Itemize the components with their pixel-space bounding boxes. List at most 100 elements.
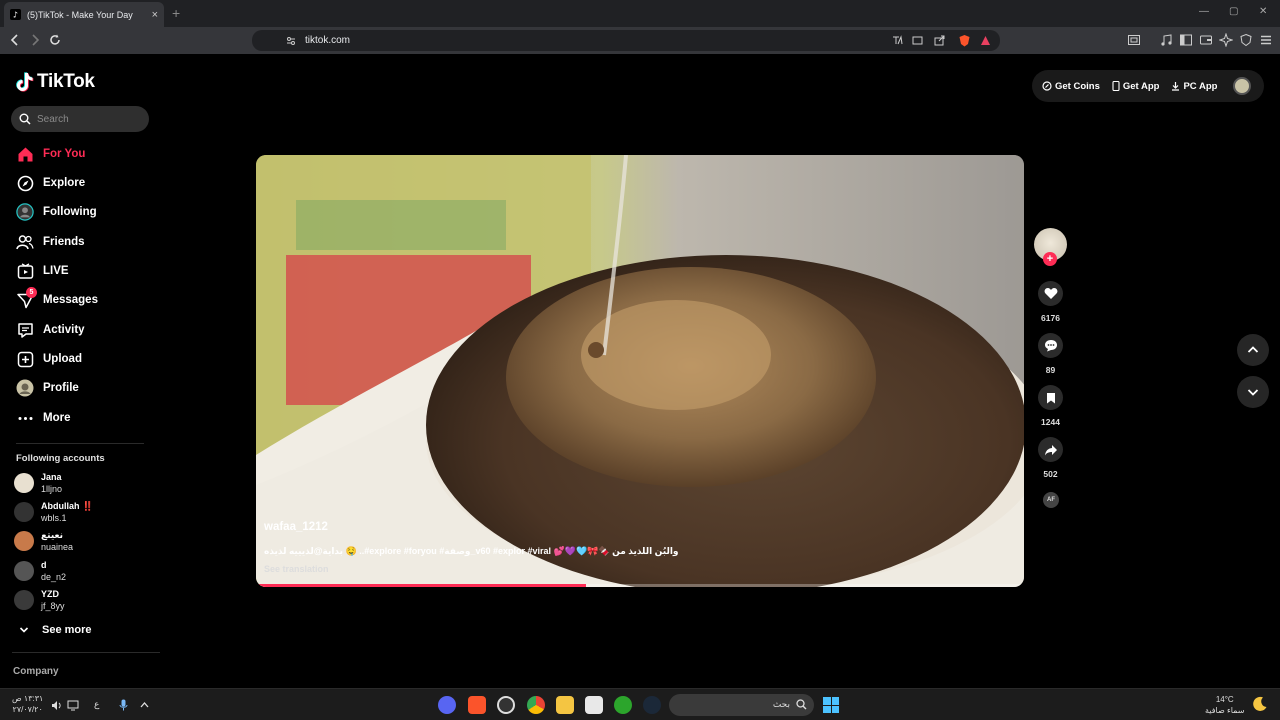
avatar [14,531,34,551]
nav-live[interactable]: LIVE [16,260,69,282]
get-coins-button[interactable]: Get Coins [1042,81,1100,92]
phone-icon [1112,81,1120,91]
browser-tab-strip: ♪ (5)TikTok - Make Your Day × + — ▢ ✕ [0,0,1280,27]
nav-upload[interactable]: Upload [16,348,82,370]
user-avatar[interactable] [1233,77,1252,95]
sidebar-toggle-icon[interactable] [1179,33,1193,47]
account-item[interactable]: نعيتع nuainea [14,528,73,554]
save-button[interactable] [1038,385,1063,410]
tab-close-button[interactable]: × [152,9,158,21]
video-player[interactable]: wafaa_1212 بداية@لذيييه لذيذه 🤤 ..#explo… [256,155,1024,587]
nav-label: More [43,412,71,424]
nav-for-you[interactable]: For You [16,143,85,165]
network-icon[interactable] [67,700,79,711]
discord-icon[interactable] [438,696,456,714]
forward-icon[interactable] [28,33,42,47]
site-settings-icon[interactable] [286,36,296,46]
search-icon [19,113,31,125]
nav-more[interactable]: More [16,407,70,429]
reload-icon[interactable] [48,33,62,47]
music-disc[interactable]: AF [1043,492,1059,508]
nav-messages[interactable]: 5 Messages [16,287,98,311]
account-item[interactable]: YZD jf_8yy [14,587,65,613]
wallet-icon[interactable] [1199,33,1213,47]
steam-icon[interactable] [643,696,661,714]
nav-label: Following [43,206,97,218]
back-icon[interactable] [8,33,22,47]
video-progress-bar[interactable] [256,584,1024,587]
maximize-button[interactable]: ▢ [1229,6,1238,17]
chevron-up-icon[interactable] [140,701,149,709]
following-accounts-title: Following accounts [16,453,105,464]
company-link[interactable]: Company [13,666,59,677]
get-app-button[interactable]: Get App [1112,80,1160,92]
new-tab-button[interactable]: + [172,5,180,21]
weather-widget[interactable]: 14°C سماء صافية [1205,694,1245,716]
minimize-button[interactable]: — [1199,6,1209,17]
microsoft-store-icon[interactable] [585,696,603,714]
translate-icon[interactable] [892,35,903,46]
share-button[interactable] [1038,437,1063,462]
system-clock[interactable]: ١٣:٣١ ص ٢٧/٠٧/٢٠ [12,693,43,715]
vpn-icon[interactable] [1239,33,1253,47]
sidebar-panel-icon[interactable] [1127,33,1141,47]
nav-activity[interactable]: Activity [16,319,85,341]
save-count: 1244 [1041,417,1060,427]
brave-shields-icon[interactable] [958,34,971,47]
get-app-label: Get App [1122,80,1160,92]
video-author[interactable]: wafaa_1212 [264,521,328,533]
messages-badge: 5 [26,287,37,298]
account-item[interactable]: Jana 1lljno [14,470,62,496]
follow-button[interactable]: + [1043,252,1057,266]
menu-icon[interactable] [1259,33,1273,47]
friends-icon [16,233,34,251]
search-placeholder: Search [37,114,69,125]
account-item[interactable]: Abdullah ‼️ wbls.1 [14,499,93,525]
cast-icon[interactable] [912,35,923,46]
nav-label: For You [43,148,86,160]
see-translation-link[interactable]: See translation [264,564,329,574]
weather-condition: سماء صافية [1205,706,1245,715]
microphone-icon[interactable] [119,699,128,711]
svg-text:♪: ♪ [13,10,18,20]
brave-browser-icon[interactable] [468,696,486,714]
input-language[interactable]: ع [94,699,99,710]
windows-start-icon[interactable] [823,697,839,713]
like-button[interactable] [1038,281,1063,306]
taskbar: ١٣:٣١ ص ٢٧/٠٧/٢٠ ع بحث 14°C سماء صافية [0,688,1280,720]
chrome-icon[interactable] [527,696,545,714]
see-more-label: See more [42,624,92,636]
address-bar[interactable]: tiktok.com [252,30,1000,51]
nav-following[interactable]: Following [16,201,97,223]
nav-friends[interactable]: Friends [16,231,85,253]
brave-rewards-icon[interactable] [980,35,991,46]
weather-temperature: 14°C [1215,695,1234,704]
app-icon[interactable] [497,696,515,714]
search-input[interactable]: Search [11,106,149,132]
xbox-icon[interactable] [614,696,632,714]
comment-button[interactable] [1038,333,1063,358]
media-icon[interactable] [1159,33,1173,47]
see-more-button[interactable]: See more [18,624,92,636]
video-caption: بداية@لذيييه لذيذه 🤤 ..#explore #foryou … [264,546,679,556]
clock-date: ٢٧/٠٧/٢٠ [12,705,43,714]
account-item[interactable]: d de_n2 [14,558,66,584]
nav-explore[interactable]: Explore [16,172,85,194]
pc-app-button[interactable]: PC App [1171,81,1217,92]
next-video-button[interactable] [1237,376,1269,408]
nav-profile[interactable]: Profile [16,377,79,399]
nav-label: Activity [43,324,85,336]
avatar [14,502,34,522]
previous-video-button[interactable] [1237,334,1269,366]
window-close-button[interactable]: ✕ [1259,6,1267,17]
file-explorer-icon[interactable] [556,696,574,714]
leo-ai-icon[interactable] [1219,33,1233,47]
tiktok-logo[interactable]: TikTok [16,71,95,93]
account-name: d [41,560,47,570]
moon-icon [1253,696,1267,711]
browser-tab[interactable]: ♪ (5)TikTok - Make Your Day × [4,2,164,27]
volume-icon[interactable] [51,700,63,711]
avatar [14,590,34,610]
share-page-icon[interactable] [934,35,945,46]
taskbar-search[interactable]: بحث [669,694,814,716]
